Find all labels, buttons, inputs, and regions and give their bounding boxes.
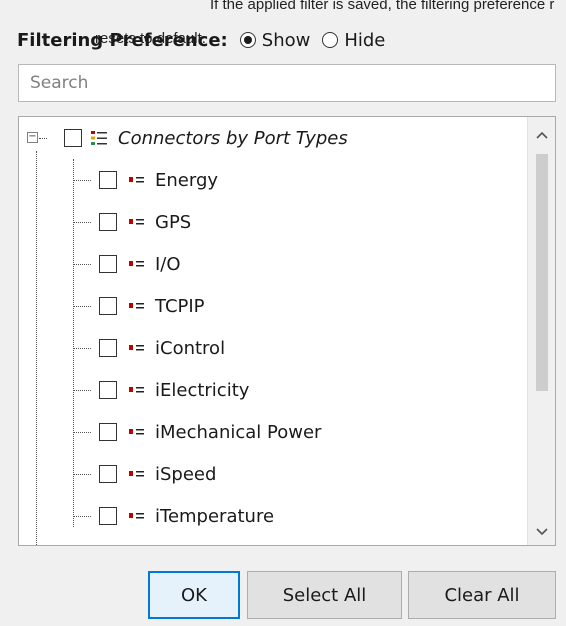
select-all-button[interactable]: Select All bbox=[247, 571, 402, 619]
tree-item-label: iTemperature bbox=[155, 505, 275, 527]
tree-item-row[interactable]: Energy bbox=[19, 159, 218, 201]
scrollbar-thumb[interactable] bbox=[536, 154, 548, 391]
clear-all-button[interactable]: Clear All bbox=[408, 571, 556, 619]
port-type-icon bbox=[129, 385, 145, 395]
list-group-icon bbox=[90, 129, 108, 147]
item-checkbox[interactable] bbox=[99, 255, 117, 273]
tree-item-row[interactable]: iSpeed bbox=[19, 453, 216, 495]
tree-root-row[interactable]: − Connectors by Port Types bbox=[19, 117, 348, 159]
tree-item-label: Energy bbox=[155, 169, 219, 191]
item-checkbox[interactable] bbox=[99, 213, 117, 231]
port-type-icon bbox=[129, 511, 145, 521]
item-checkbox[interactable] bbox=[99, 465, 117, 483]
tree-item-row[interactable]: I/O bbox=[19, 243, 181, 285]
port-type-icon bbox=[129, 343, 145, 353]
radio-hide[interactable]: Hide bbox=[322, 30, 385, 51]
tree-item-label: TCPIP bbox=[155, 295, 205, 317]
item-checkbox[interactable] bbox=[99, 507, 117, 525]
port-type-icon bbox=[129, 301, 145, 311]
item-checkbox[interactable] bbox=[99, 381, 117, 399]
tree-item-row[interactable]: iTemperature bbox=[19, 495, 274, 537]
tree-item-label: I/O bbox=[155, 253, 181, 275]
vertical-scrollbar[interactable] bbox=[527, 117, 555, 545]
filtering-preference-label: Filtering Preference: bbox=[17, 29, 228, 51]
port-type-icon bbox=[129, 217, 145, 227]
item-checkbox[interactable] bbox=[99, 339, 117, 357]
item-checkbox[interactable] bbox=[99, 171, 117, 189]
radio-show-indicator bbox=[239, 32, 256, 48]
radio-hide-indicator bbox=[322, 32, 339, 48]
port-type-icon bbox=[129, 175, 145, 185]
root-checkbox[interactable] bbox=[64, 129, 82, 147]
tree-item-label: iSpeed bbox=[155, 463, 217, 485]
search-input[interactable] bbox=[28, 72, 555, 94]
tree-item-label: iMechanical Power bbox=[155, 421, 322, 443]
port-type-icon bbox=[129, 469, 145, 479]
tree-item-label: iControl bbox=[155, 337, 226, 359]
scroll-down-icon[interactable] bbox=[528, 519, 555, 545]
item-checkbox[interactable] bbox=[99, 423, 117, 441]
overlap-text-line1: If the applied filter is saved, the filt… bbox=[210, 0, 555, 13]
minus-box-icon[interactable]: − bbox=[27, 132, 38, 143]
radio-hide-label: Hide bbox=[344, 29, 386, 51]
radio-show[interactable]: Show bbox=[239, 29, 311, 51]
port-type-icon bbox=[129, 259, 145, 269]
tree-item-row[interactable]: iControl bbox=[19, 327, 225, 369]
tree-item-label: GPS bbox=[155, 211, 192, 233]
radio-show-label: Show bbox=[261, 29, 311, 51]
tree-item-row[interactable]: GPS bbox=[19, 201, 191, 243]
ok-button[interactable]: OK bbox=[148, 571, 240, 619]
tree-root-label: Connectors by Port Types bbox=[118, 127, 348, 149]
search-box bbox=[18, 64, 556, 102]
port-type-icon bbox=[129, 427, 145, 437]
tree-item-label: iElectricity bbox=[155, 379, 250, 401]
scroll-up-icon[interactable] bbox=[528, 122, 555, 148]
item-checkbox[interactable] bbox=[99, 297, 117, 315]
tree-item-row[interactable]: TCPIP bbox=[19, 285, 205, 327]
tree-item-row[interactable]: iElectricity bbox=[19, 369, 249, 411]
port-type-tree: − Connectors by Port Types Energy GPS I/O T… bbox=[18, 116, 556, 546]
filtering-preference: Filtering Preference: Show Hide bbox=[17, 26, 385, 54]
tree-item-row[interactable]: iMechanical Power bbox=[19, 411, 321, 453]
